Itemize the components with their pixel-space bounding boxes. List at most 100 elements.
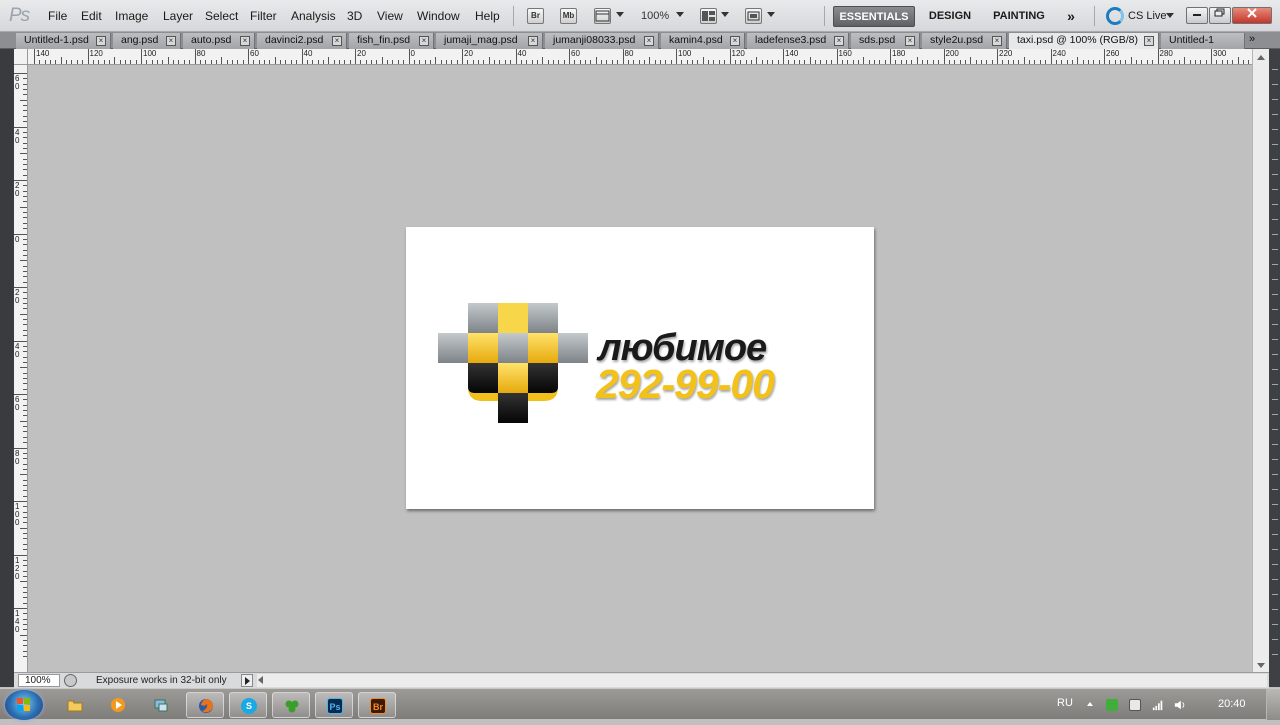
tray-app-icon[interactable] xyxy=(1106,699,1118,711)
ruler-minor-tick xyxy=(986,60,988,64)
tab-close-icon[interactable]: × xyxy=(240,36,250,46)
document-tab[interactable]: ang.psd × xyxy=(113,33,181,49)
ruler-minor-tick xyxy=(23,399,27,401)
menu-view[interactable]: View xyxy=(377,9,403,23)
document-tab[interactable]: ladefense3.psd × xyxy=(747,33,849,49)
document-tab[interactable]: fish_fin.psd × xyxy=(349,33,434,49)
zoom-caret-icon[interactable] xyxy=(676,12,684,17)
scroll-up-arrow-icon[interactable] xyxy=(1257,55,1265,60)
show-desktop-button[interactable] xyxy=(1266,689,1280,720)
workspace-painting[interactable]: PAINTING xyxy=(986,6,1052,27)
zoom-field[interactable]: 100% xyxy=(18,674,60,687)
screen-mode-button[interactable] xyxy=(745,8,762,24)
tab-close-icon[interactable]: × xyxy=(528,36,538,46)
ruler-minor-tick xyxy=(649,57,651,64)
tab-close-icon[interactable]: × xyxy=(96,36,106,46)
ruler-minor-tick xyxy=(23,94,27,96)
taskbar-photoshop[interactable]: Ps xyxy=(315,692,353,718)
menu-select[interactable]: Select xyxy=(205,9,238,23)
tab-close-icon[interactable]: × xyxy=(1144,36,1154,46)
document-canvas[interactable]: любимое 292-99-00 xyxy=(406,227,874,509)
ruler-minor-tick xyxy=(92,60,94,64)
view-extras-button[interactable] xyxy=(594,8,611,24)
bridge-button[interactable]: Br xyxy=(527,8,544,24)
taskbar-firefox[interactable] xyxy=(186,692,224,718)
tray-device-icon[interactable] xyxy=(1129,699,1141,711)
canvas-pasteboard[interactable]: любимое 292-99-00 xyxy=(29,66,1252,672)
ruler-minor-tick xyxy=(23,436,27,438)
arrange-documents-button[interactable] xyxy=(700,8,717,24)
document-tab[interactable]: davinci2.psd × xyxy=(257,33,347,49)
tab-close-icon[interactable]: × xyxy=(644,36,654,46)
ruler-minor-tick xyxy=(173,60,175,64)
ruler-minor-tick xyxy=(20,206,27,208)
ruler-minor-tick xyxy=(868,60,870,64)
status-info-icon[interactable] xyxy=(64,674,77,687)
tab-close-icon[interactable]: × xyxy=(166,36,176,46)
document-tab[interactable]: auto.psd × xyxy=(183,33,255,49)
taskbar-skype[interactable]: S xyxy=(229,692,267,718)
menu-analysis[interactable]: Analysis xyxy=(291,9,336,23)
menu-window[interactable]: Window xyxy=(417,9,460,23)
dock-grip-line xyxy=(1272,99,1278,100)
menu-image[interactable]: Image xyxy=(115,9,148,23)
menu-3d[interactable]: 3D xyxy=(347,9,362,23)
workspace-more-icon[interactable]: » xyxy=(1060,6,1082,27)
ruler-origin[interactable] xyxy=(14,49,28,65)
ruler-minor-tick xyxy=(948,60,950,64)
tab-close-icon[interactable]: × xyxy=(992,36,1002,46)
taskbar-green-app[interactable] xyxy=(272,692,310,718)
taskbar-network[interactable] xyxy=(142,692,180,718)
tab-close-icon[interactable]: × xyxy=(332,36,342,46)
restore-button[interactable] xyxy=(1209,7,1231,24)
taskbar-bridge[interactable]: Br xyxy=(358,692,396,718)
document-tab-active[interactable]: taxi.psd @ 100% (RGB/8) × xyxy=(1009,33,1159,49)
logo-square xyxy=(528,303,558,333)
tab-overflow-icon[interactable]: » xyxy=(1249,33,1255,45)
document-tab[interactable]: Untitled-1.psd × xyxy=(16,33,111,49)
view-extras-caret-icon[interactable] xyxy=(616,12,624,17)
taskbar-media-player[interactable] xyxy=(99,692,137,718)
mini-bridge-button[interactable]: Mb xyxy=(560,8,577,24)
minimize-button[interactable] xyxy=(1186,7,1208,24)
scroll-down-arrow-icon[interactable] xyxy=(1257,663,1265,668)
logo-square xyxy=(438,333,468,363)
taskbar-explorer[interactable] xyxy=(56,692,94,718)
arrange-caret-icon[interactable] xyxy=(721,12,729,17)
document-tab[interactable]: sds.psd × xyxy=(851,33,920,49)
status-menu-arrow-icon[interactable] xyxy=(241,674,253,687)
signal-strength-icon[interactable] xyxy=(1152,699,1164,711)
volume-icon[interactable] xyxy=(1174,699,1186,711)
scroll-left-arrow-icon[interactable] xyxy=(258,676,263,684)
vertical-scrollbar[interactable] xyxy=(1252,49,1269,672)
start-button[interactable] xyxy=(5,690,43,720)
menu-help[interactable]: Help xyxy=(475,9,500,23)
close-button[interactable] xyxy=(1232,7,1272,24)
menu-layer[interactable]: Layer xyxy=(163,9,193,23)
tab-label: jumanji08033.psd xyxy=(553,34,636,46)
tab-close-icon[interactable]: × xyxy=(834,36,844,46)
ruler-minor-tick xyxy=(1136,60,1138,64)
language-indicator[interactable]: RU xyxy=(1057,697,1073,709)
screen-mode-caret-icon[interactable] xyxy=(767,12,775,17)
menu-file[interactable]: File xyxy=(48,9,67,23)
workspace-essentials[interactable]: ESSENTIALS xyxy=(833,6,915,27)
tab-close-icon[interactable]: × xyxy=(730,36,740,46)
document-tab[interactable]: style2u.psd × xyxy=(922,33,1007,49)
document-tab[interactable]: kamin4.psd × xyxy=(661,33,745,49)
document-tab[interactable]: Untitled-1 xyxy=(1161,33,1245,49)
document-tab[interactable]: jumanji08033.psd × xyxy=(545,33,659,49)
zoom-level-select[interactable]: 100% xyxy=(641,10,669,22)
dock-grip-line xyxy=(1272,429,1278,430)
tray-expand-icon[interactable] xyxy=(1087,702,1093,706)
menu-edit[interactable]: Edit xyxy=(81,9,102,23)
document-tab[interactable]: jumaji_mag.psd × xyxy=(436,33,543,49)
system-clock[interactable]: 20:40 xyxy=(1218,698,1246,710)
horizontal-scrollbar[interactable] xyxy=(257,674,1267,687)
menu-filter[interactable]: Filter xyxy=(250,9,277,23)
tab-close-icon[interactable]: × xyxy=(419,36,429,46)
workspace-design[interactable]: DESIGN xyxy=(923,6,977,27)
ruler-minor-tick xyxy=(740,60,742,64)
tab-close-icon[interactable]: × xyxy=(905,36,915,46)
ruler-label: 40 xyxy=(15,341,20,359)
